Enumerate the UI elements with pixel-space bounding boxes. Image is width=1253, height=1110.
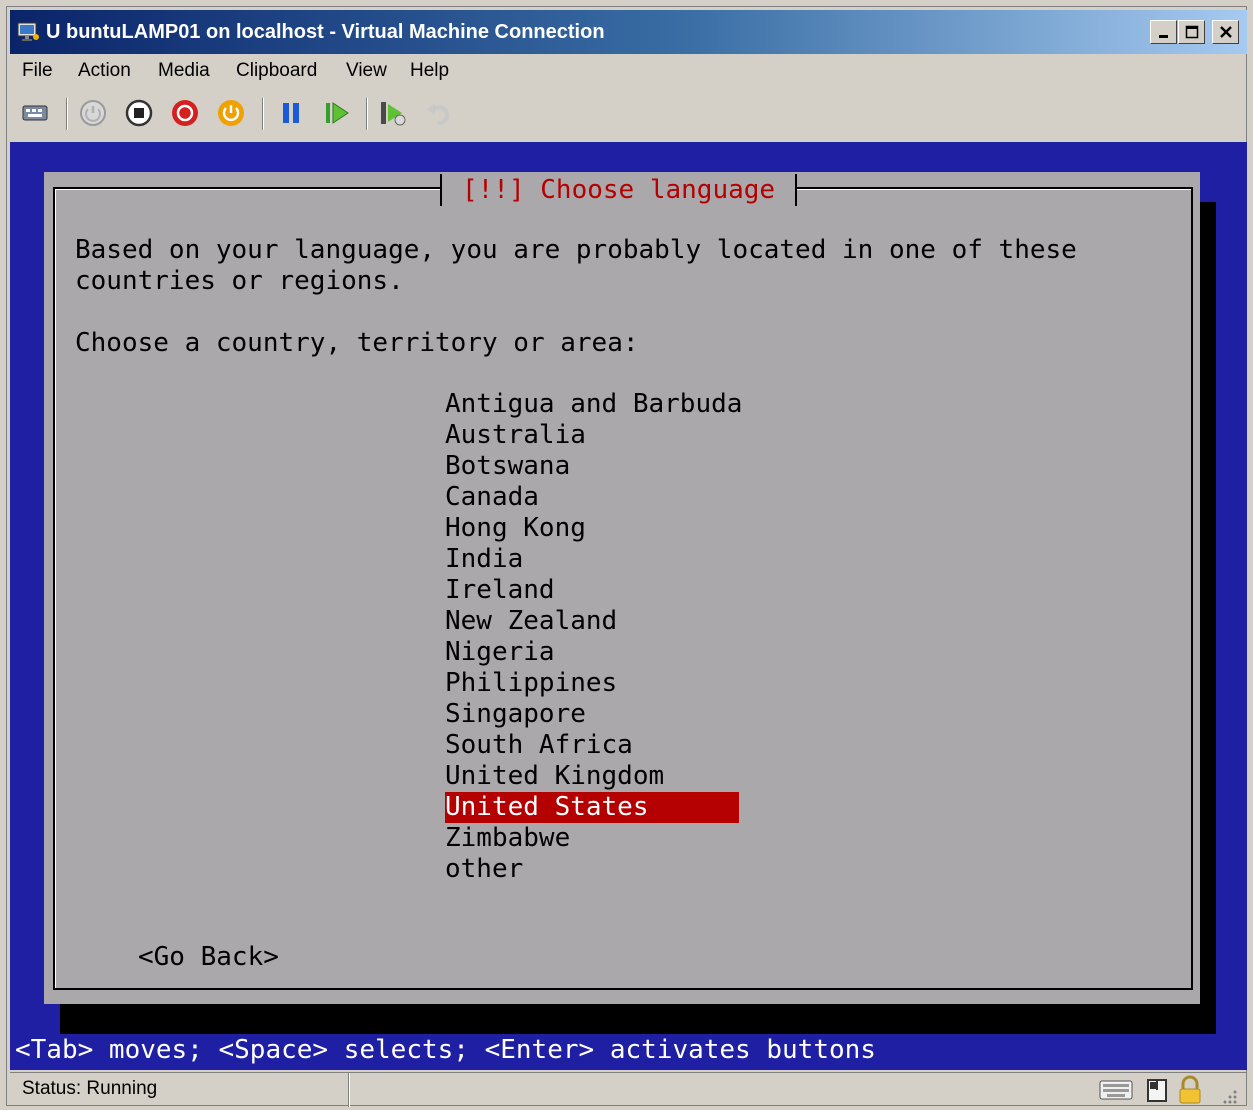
status-separator (348, 1073, 350, 1107)
pause-icon[interactable] (276, 98, 306, 128)
window-title: U buntuLAMP01 on localhost - Virtual Mac… (46, 21, 605, 43)
country-option[interactable]: New Zealand (445, 606, 739, 637)
country-option[interactable]: Canada (445, 482, 739, 513)
resume-icon[interactable] (322, 98, 352, 128)
revert-icon[interactable] (424, 98, 454, 128)
ctrl-alt-del-icon[interactable] (20, 98, 50, 128)
country-option[interactable]: South Africa (445, 730, 739, 761)
country-option[interactable]: United Kingdom (445, 761, 739, 792)
vm-connection-icon (17, 22, 39, 41)
menu-help[interactable]: Help (406, 58, 453, 84)
country-option[interactable]: Singapore (445, 699, 739, 730)
lock-icon (1179, 1075, 1201, 1104)
mouse-icon (1147, 1079, 1167, 1102)
installer-dialog: [!!] Choose language Based on your langu… (44, 172, 1200, 1004)
country-option[interactable]: other (445, 854, 739, 885)
country-option[interactable]: Ireland (445, 575, 739, 606)
minimize-button[interactable] (1150, 20, 1177, 44)
toolbar-separator (262, 98, 264, 130)
start-icon[interactable] (78, 98, 108, 128)
menu-file[interactable]: File (18, 58, 57, 84)
save-icon[interactable] (216, 98, 246, 128)
shutdown-icon[interactable] (170, 98, 200, 128)
keyboard-help-line: <Tab> moves; <Space> selects; <Enter> ac… (15, 1035, 876, 1065)
resize-grip-icon[interactable] (1220, 1087, 1238, 1105)
menu-action[interactable]: Action (74, 58, 135, 84)
country-option[interactable]: Philippines (445, 668, 739, 699)
prompt-text-line1: Based on your language, you are probably… (75, 235, 1077, 265)
menu-bar: File Action Media Clipboard View Help (10, 56, 1247, 86)
toolbar (10, 90, 1247, 138)
country-option[interactable]: Australia (445, 420, 739, 451)
dialog-title: [!!] Choose language (440, 174, 798, 206)
toolbar-separator (66, 98, 68, 130)
status-text: Status: Running (22, 1078, 158, 1099)
maximize-button[interactable] (1178, 20, 1205, 44)
go-back-button[interactable]: <Go Back> (138, 942, 279, 973)
menu-clipboard[interactable]: Clipboard (232, 58, 321, 84)
country-option[interactable]: India (445, 544, 739, 575)
country-option[interactable]: Nigeria (445, 637, 739, 668)
keyboard-icon (1099, 1080, 1133, 1100)
menu-media[interactable]: Media (154, 58, 214, 84)
snapshot-icon[interactable] (378, 98, 408, 128)
prompt-text-line2: countries or regions. (75, 266, 404, 296)
title-bar[interactable]: U buntuLAMP01 on localhost - Virtual Mac… (10, 10, 1247, 54)
country-option[interactable]: Zimbabwe (445, 823, 739, 854)
menu-view[interactable]: View (342, 58, 391, 84)
status-bar: Status: Running (10, 1072, 1247, 1107)
maximize-icon (1185, 25, 1199, 39)
turn-off-icon[interactable] (124, 98, 154, 128)
prompt-question: Choose a country, territory or area: (75, 328, 639, 358)
country-option[interactable]: Antigua and Barbuda (445, 389, 742, 420)
country-option-selected[interactable]: United States (445, 792, 739, 823)
country-option[interactable]: Hong Kong (445, 513, 739, 544)
vm-console-screen[interactable]: [!!] Choose language Based on your langu… (10, 142, 1247, 1070)
close-icon (1220, 26, 1232, 38)
close-button[interactable] (1212, 20, 1239, 44)
minimize-icon (1159, 35, 1168, 38)
toolbar-separator (366, 98, 368, 130)
country-option[interactable]: Botswana (445, 451, 739, 482)
